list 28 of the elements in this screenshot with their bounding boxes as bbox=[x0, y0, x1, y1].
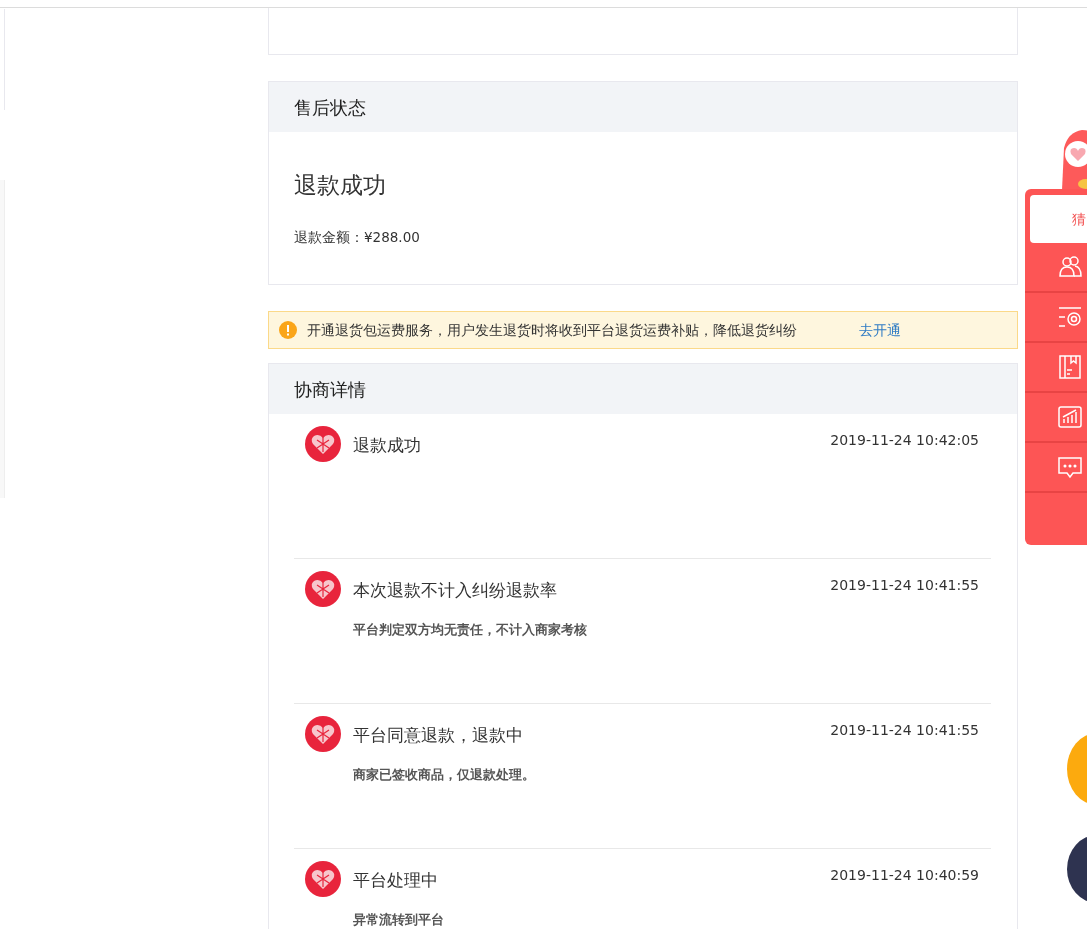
event-time: 2019-11-24 10:41:55 bbox=[830, 576, 979, 595]
section-title: 售后状态 bbox=[269, 82, 1017, 132]
chart-icon[interactable] bbox=[1057, 404, 1083, 430]
people-icon[interactable] bbox=[1057, 254, 1083, 280]
heart-logo-icon bbox=[305, 861, 341, 897]
event-time: 2019-11-24 10:41:55 bbox=[830, 721, 979, 740]
warning-icon bbox=[279, 321, 297, 339]
book-icon[interactable] bbox=[1057, 354, 1083, 380]
event-time: 2019-11-24 10:40:59 bbox=[830, 866, 979, 885]
heart-logo-icon bbox=[305, 571, 341, 607]
notice-text: 开通退货包运费服务，用户发生退货时将收到平台退货运费补贴，降低退货纠纷 bbox=[307, 320, 797, 340]
refund-amount: 退款金额：¥288.00 bbox=[294, 227, 421, 247]
chat-icon[interactable] bbox=[1057, 454, 1083, 480]
section-title: 协商详情 bbox=[269, 364, 1017, 414]
event-title: 平台处理中 bbox=[353, 869, 439, 892]
refund-status: 退款成功 bbox=[294, 171, 387, 200]
heart-logo-icon bbox=[305, 426, 341, 462]
event-detail: 商家已签收商品，仅退款处理。 bbox=[353, 765, 536, 784]
event-title: 退款成功 bbox=[353, 434, 422, 457]
event-detail: 异常流转到平台 bbox=[353, 910, 445, 929]
activate-link[interactable]: 去开通 bbox=[859, 319, 901, 341]
settings-icon[interactable] bbox=[1057, 304, 1083, 330]
event-detail: 平台判定双方均无责任，不计入商家考核 bbox=[353, 620, 588, 639]
toolbar-tab[interactable]: 猜 bbox=[1030, 195, 1087, 243]
heart-logo-icon bbox=[305, 716, 341, 752]
event-title: 平台同意退款，退款中 bbox=[353, 724, 524, 747]
event-title: 本次退款不计入纠纷退款率 bbox=[353, 579, 558, 602]
event-time: 2019-11-24 10:42:05 bbox=[830, 431, 979, 450]
